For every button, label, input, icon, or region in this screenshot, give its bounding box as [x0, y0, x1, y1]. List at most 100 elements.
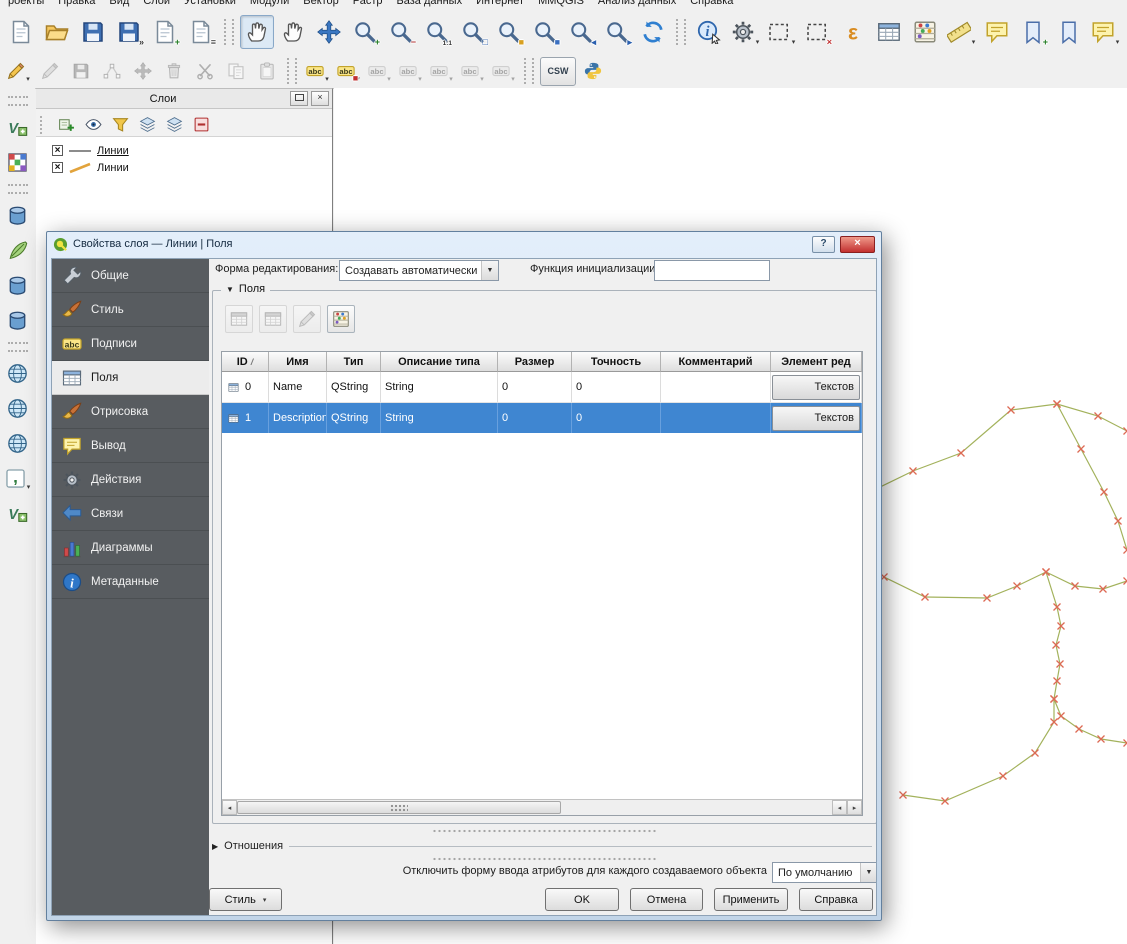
- add-wms-layer-button[interactable]: [2, 358, 33, 389]
- select-features-button[interactable]: ▾: [764, 15, 798, 49]
- panel-float-button[interactable]: [290, 91, 308, 106]
- menu-item-роекты[interactable]: роекты: [8, 0, 44, 7]
- zoom-in-button[interactable]: +: [348, 15, 382, 49]
- run-feature-action-button[interactable]: ▾: [728, 15, 762, 49]
- style-button[interactable]: Стиль ▾: [209, 888, 282, 911]
- layer-item-Линии[interactable]: ×Линии: [38, 159, 330, 176]
- help-button[interactable]: Справка: [799, 888, 873, 911]
- menu-item-Вектор[interactable]: Вектор: [303, 0, 339, 7]
- layer-visibility-button[interactable]: [81, 113, 105, 137]
- scrollbar-track[interactable]: [561, 800, 832, 815]
- show-bookmarks-button[interactable]: [1052, 15, 1086, 49]
- zoom-next-button[interactable]: ▸: [600, 15, 634, 49]
- add-oracle-layer-button[interactable]: [2, 305, 33, 336]
- map-tips-button[interactable]: [980, 15, 1014, 49]
- column-header-Точность[interactable]: Точность: [572, 352, 661, 372]
- collapse-all-button[interactable]: [162, 113, 186, 137]
- field-row-Name[interactable]: 0NameQStringString00Текстов: [222, 372, 862, 403]
- label-highlight-pinned-button[interactable]: ■▾: [334, 57, 363, 86]
- menu-item-Модули[interactable]: Модули: [250, 0, 289, 7]
- edit-widget-button[interactable]: Текстов: [772, 375, 860, 400]
- edit-widget-button[interactable]: Текстов: [772, 406, 860, 431]
- pan-to-selection-button[interactable]: [312, 15, 346, 49]
- suppress-form-combobox[interactable]: По умолчанию ▼: [772, 862, 877, 883]
- init-function-input[interactable]: [654, 260, 770, 281]
- properties-tab-Поля[interactable]: Поля: [52, 361, 209, 395]
- column-header-Имя[interactable]: Имя: [269, 352, 327, 372]
- column-header-Размер[interactable]: Размер: [498, 352, 572, 372]
- project-new-button[interactable]: [4, 15, 38, 49]
- layer-checkbox[interactable]: ×: [52, 162, 63, 173]
- map-refresh-button[interactable]: [636, 15, 670, 49]
- zoom-out-button[interactable]: −: [384, 15, 418, 49]
- layer-checkbox[interactable]: ×: [52, 145, 63, 156]
- remove-layer-button[interactable]: [189, 113, 213, 137]
- menu-item-База данных[interactable]: База данных: [397, 0, 463, 7]
- zoom-to-layer-button[interactable]: ■: [528, 15, 562, 49]
- properties-tab-Вывод[interactable]: Вывод: [52, 429, 209, 463]
- properties-tab-Связи[interactable]: Связи: [52, 497, 209, 531]
- zoom-native-button[interactable]: 1:1: [420, 15, 454, 49]
- properties-tab-Действия[interactable]: Действия: [52, 463, 209, 497]
- measure-line-button[interactable]: ▾: [944, 15, 978, 49]
- new-print-composer-button[interactable]: +: [148, 15, 182, 49]
- project-save-button[interactable]: [76, 15, 110, 49]
- add-delimited-text-layer-button[interactable]: ▾: [2, 463, 33, 494]
- fields-table-hscrollbar[interactable]: ◂ ◂ ▸: [222, 799, 862, 815]
- relations-groupbox[interactable]: ▶ Отношения: [212, 838, 872, 854]
- properties-tab-Общие[interactable]: Общие: [52, 259, 209, 293]
- properties-tab-Стиль[interactable]: Стиль: [52, 293, 209, 327]
- pan-map-button[interactable]: [276, 15, 310, 49]
- open-field-calculator-button[interactable]: [327, 305, 355, 333]
- text-annotation-button[interactable]: ▾: [1088, 15, 1122, 49]
- touch-zoom-pan-button[interactable]: [240, 15, 274, 49]
- csw-search-button[interactable]: CSW: [540, 57, 576, 86]
- select-by-expression-button[interactable]: [836, 15, 870, 49]
- menu-item-Справка[interactable]: Справка: [690, 0, 733, 7]
- open-attribute-table-button[interactable]: [872, 15, 906, 49]
- identify-features-button[interactable]: [692, 15, 726, 49]
- zoom-last-button[interactable]: ◂: [564, 15, 598, 49]
- edit-form-combobox[interactable]: Создавать автоматически ▼: [339, 260, 499, 281]
- filter-legend-button[interactable]: [108, 113, 132, 137]
- label-settings-button[interactable]: ▾: [303, 57, 332, 86]
- menu-item-Анализ данных[interactable]: Анализ данных: [598, 0, 676, 7]
- dialog-close-button[interactable]: ×: [840, 236, 875, 253]
- add-group-button[interactable]: [54, 113, 78, 137]
- add-postgis-layer-button[interactable]: [2, 200, 33, 231]
- column-header-Элемент ред[interactable]: Элемент ред: [771, 352, 862, 372]
- python-console-button[interactable]: [578, 57, 607, 86]
- zoom-to-selection-button[interactable]: ■: [492, 15, 526, 49]
- new-shapefile-layer-button[interactable]: [2, 498, 33, 529]
- expand-all-button[interactable]: [135, 113, 159, 137]
- splitter-handle[interactable]: [432, 857, 657, 861]
- column-header-Тип[interactable]: Тип: [327, 352, 381, 372]
- menu-item-Вид[interactable]: Вид: [109, 0, 129, 7]
- menu-item-Интернет[interactable]: Интернет: [476, 0, 524, 7]
- add-vector-layer-button[interactable]: [2, 112, 33, 143]
- add-raster-layer-button[interactable]: [2, 147, 33, 178]
- properties-tab-Отрисовка[interactable]: Отрисовка: [52, 395, 209, 429]
- layer-item-Линии[interactable]: ×Линии: [38, 142, 330, 159]
- fields-group-title[interactable]: ▼ Поля: [221, 283, 270, 295]
- properties-tab-Диаграммы[interactable]: Диаграммы: [52, 531, 209, 565]
- scroll-left-icon[interactable]: ◂: [222, 800, 237, 815]
- properties-tab-Подписи[interactable]: Подписи: [52, 327, 209, 361]
- column-header-ID[interactable]: ID/: [222, 352, 269, 372]
- ok-button[interactable]: OK: [545, 888, 619, 911]
- project-save-as-button[interactable]: »: [112, 15, 146, 49]
- menu-item-Растр[interactable]: Растр: [353, 0, 383, 7]
- project-open-button[interactable]: [40, 15, 74, 49]
- new-bookmark-button[interactable]: +: [1016, 15, 1050, 49]
- menu-item-Правка[interactable]: Правка: [58, 0, 95, 7]
- add-mssql-layer-button[interactable]: [2, 270, 33, 301]
- menu-item-MMQGIS[interactable]: MMQGIS: [538, 0, 584, 7]
- add-wcs-layer-button[interactable]: [2, 393, 33, 424]
- composer-manager-button[interactable]: ≡: [184, 15, 218, 49]
- column-header-Описание типа[interactable]: Описание типа: [381, 352, 498, 372]
- current-edits-button[interactable]: ▾: [4, 57, 33, 86]
- splitter-handle[interactable]: [432, 829, 657, 833]
- menu-item-Слои[interactable]: Слои: [143, 0, 170, 7]
- panel-drag-handle[interactable]: [40, 116, 47, 134]
- zoom-full-button[interactable]: □: [456, 15, 490, 49]
